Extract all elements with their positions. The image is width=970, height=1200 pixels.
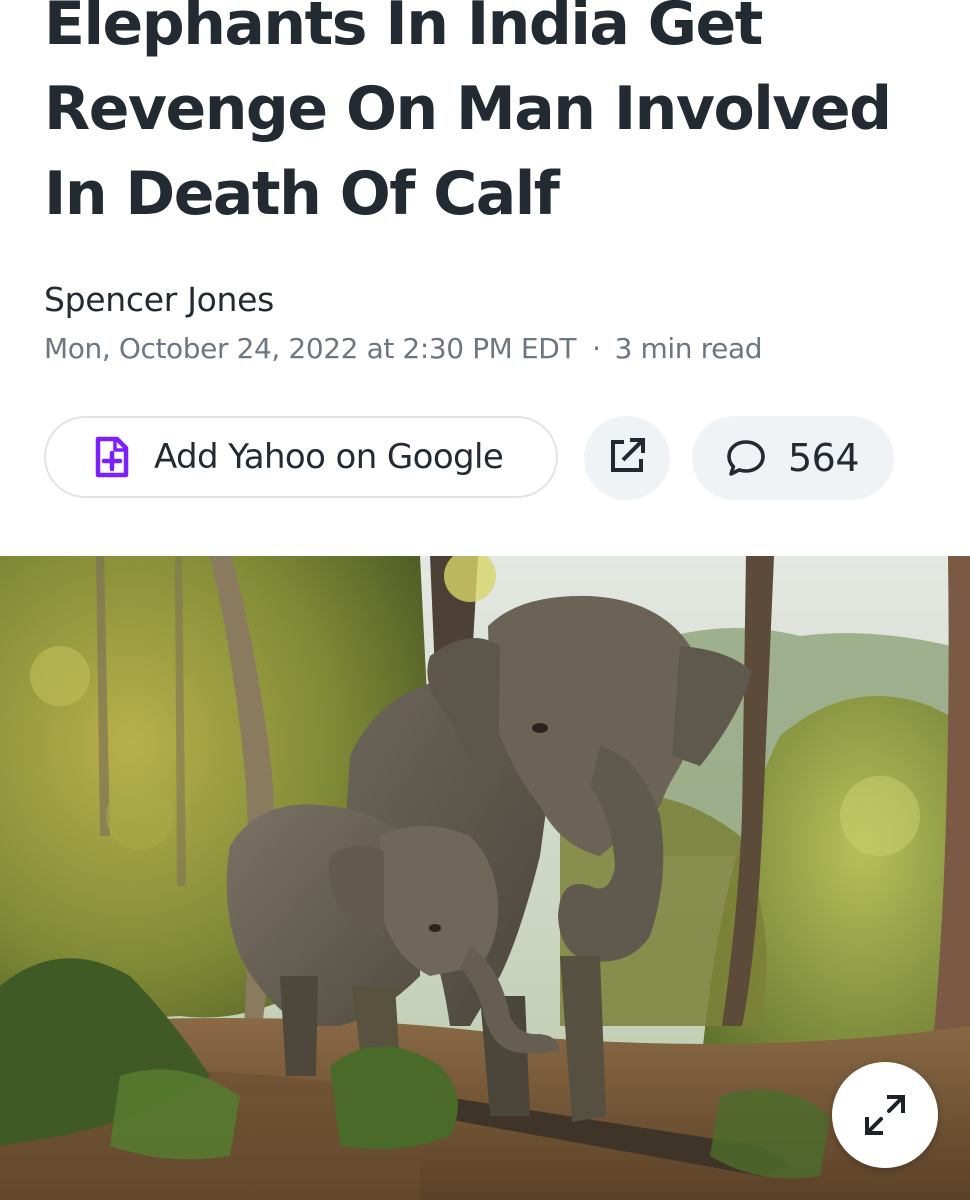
- external-link-icon: [607, 436, 647, 481]
- comments-button[interactable]: 564: [692, 416, 894, 500]
- meta-separator: ·: [592, 332, 601, 365]
- add-yahoo-on-google-button[interactable]: Add Yahoo on Google: [44, 416, 558, 498]
- article-headline: Elephants In India Get Revenge On Man In…: [44, 0, 892, 229]
- elephants-photo: [0, 556, 970, 1200]
- article-header: Elephants In India Get Revenge On Man In…: [0, 0, 970, 556]
- comment-count: 564: [788, 436, 860, 480]
- expand-arrows-icon: [862, 1092, 908, 1138]
- publish-date: Mon, October 24, 2022 at 2:30 PM EDT: [44, 332, 577, 365]
- document-plus-icon: [94, 435, 130, 479]
- author-name[interactable]: Spencer Jones: [44, 280, 274, 319]
- add-google-label: Add Yahoo on Google: [154, 437, 504, 477]
- share-button[interactable]: [584, 416, 670, 500]
- read-time: 3 min read: [614, 332, 763, 365]
- speech-bubble-icon: [726, 438, 766, 478]
- article-meta: Mon, October 24, 2022 at 2:30 PM EDT · 3 m…: [44, 332, 762, 365]
- hero-image: [0, 556, 970, 1200]
- expand-image-button[interactable]: [832, 1062, 938, 1168]
